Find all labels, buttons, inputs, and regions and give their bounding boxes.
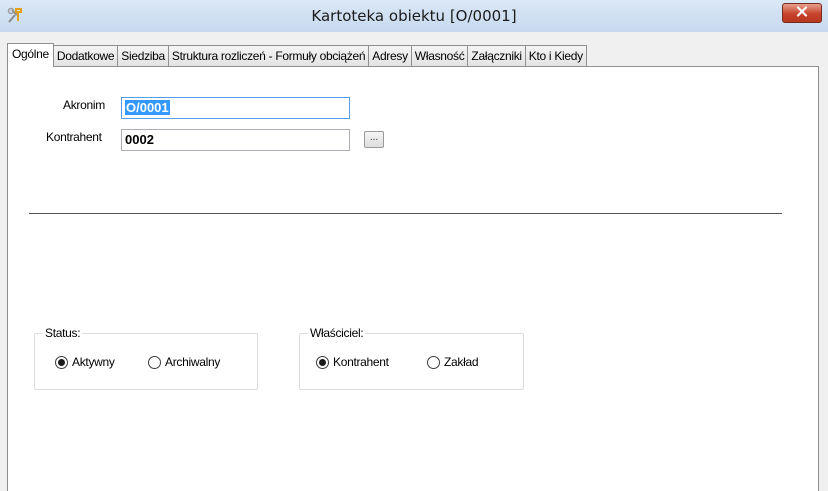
- client-area: Ogólne Dodatkowe Siedziba Struktura rozl…: [0, 32, 828, 491]
- window-title: Kartoteka obiektu [O/0001]: [311, 7, 517, 25]
- akronim-value: O/0001: [125, 100, 170, 115]
- tab-ogolne[interactable]: Ogólne: [7, 43, 54, 67]
- tab-panel-ogolne: Akronim O/0001 Kontrahent 0002 ... Statu…: [7, 66, 819, 491]
- tab-kto-i-kiedy[interactable]: Kto i Kiedy: [524, 45, 587, 66]
- tab-siedziba[interactable]: Siedziba: [117, 45, 169, 66]
- owner-kontrahent-radio[interactable]: Kontrahent: [316, 355, 389, 369]
- close-icon: [796, 6, 808, 20]
- status-aktywny-radio[interactable]: Aktywny: [55, 355, 115, 369]
- owner-kontrahent-label: Kontrahent: [333, 355, 389, 369]
- owner-zaklad-radio[interactable]: Zakład: [427, 355, 479, 369]
- owner-group: Właściciel: Kontrahent Zakład: [299, 326, 524, 390]
- owner-zaklad-label: Zakład: [444, 355, 479, 369]
- kontrahent-value: 0002: [125, 132, 154, 147]
- status-group: Status: Aktywny Archiwalny: [34, 326, 258, 390]
- tab-dodatkowe[interactable]: Dodatkowe: [52, 45, 119, 66]
- separator-line: [29, 213, 782, 214]
- tab-adresy[interactable]: Adresy: [368, 45, 412, 66]
- owner-legend: Właściciel:: [308, 326, 366, 340]
- radio-selected-icon: [55, 355, 68, 369]
- radio-selected-icon: [316, 355, 329, 369]
- status-archiwalny-radio[interactable]: Archiwalny: [148, 355, 220, 369]
- akronim-input[interactable]: O/0001: [121, 97, 350, 119]
- kontrahent-input[interactable]: 0002: [121, 129, 350, 151]
- akronim-label: Akronim: [63, 98, 105, 112]
- radio-unselected-icon: [148, 355, 161, 369]
- status-legend: Status:: [43, 326, 83, 340]
- tab-zalaczniki[interactable]: Załączniki: [467, 45, 526, 66]
- status-archiwalny-label: Archiwalny: [165, 355, 221, 369]
- tab-wlasnosc[interactable]: Własność: [410, 45, 469, 66]
- window: Kartoteka obiektu [O/0001] Ogólne Dodatk…: [0, 0, 828, 491]
- radio-unselected-icon: [427, 355, 440, 369]
- status-aktywny-label: Aktywny: [72, 355, 115, 369]
- kontrahent-browse-button[interactable]: ...: [364, 131, 384, 148]
- close-button[interactable]: [782, 3, 822, 23]
- tab-struktura-rozliczen[interactable]: Struktura rozliczeń - Formuły obciążeń: [167, 45, 370, 66]
- tab-strip: Ogólne Dodatkowe Siedziba Struktura rozl…: [7, 43, 587, 67]
- title-bar[interactable]: Kartoteka obiektu [O/0001]: [0, 0, 828, 32]
- kontrahent-label: Kontrahent: [46, 130, 102, 144]
